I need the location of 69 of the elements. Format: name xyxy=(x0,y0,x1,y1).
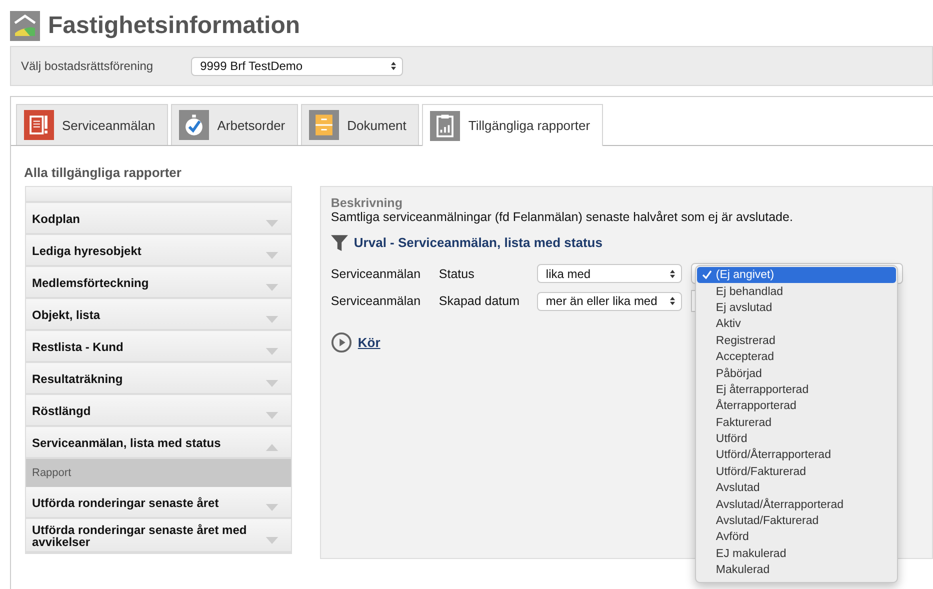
criterion-field: Status xyxy=(438,266,537,280)
criterion-entity: Serviceanmälan xyxy=(330,294,422,308)
house-logo-icon xyxy=(10,11,40,41)
dropdown-option[interactable]: Fakturerad xyxy=(696,414,897,431)
app-title: Fastighetsinformation xyxy=(48,12,300,40)
report-item[interactable]: Lediga hyresobjekt xyxy=(26,235,291,267)
expand-arrow-icon xyxy=(264,316,279,322)
expand-arrow-icon xyxy=(264,504,279,510)
report-item[interactable]: Röstlängd xyxy=(26,395,291,427)
dropdown-option[interactable]: Accepterad xyxy=(696,348,897,366)
dropdown-option[interactable]: EJ makulerad xyxy=(696,546,897,562)
cabinet-icon xyxy=(309,110,340,140)
expand-arrow-icon xyxy=(264,284,279,290)
dropdown-option[interactable]: Registrerad xyxy=(696,332,897,349)
report-item[interactable]: Utförda ronderingar senaste året med avvikelser xyxy=(26,519,291,553)
dropdown-option[interactable]: Ej återrapporterad xyxy=(696,382,897,398)
report-item[interactable]: Objekt, lista xyxy=(26,299,291,331)
report-item[interactable]: Resultaträkning xyxy=(26,363,291,395)
alert-document-icon xyxy=(24,110,54,140)
section-heading: Alla tillgängliga rapporter xyxy=(24,165,182,180)
report-item[interactable]: Medlemsförteckning xyxy=(26,267,291,299)
association-label: Välj bostadsrättsförening xyxy=(21,59,154,73)
checkmark-icon xyxy=(702,270,712,280)
dropdown-option[interactable]: Ej avslutad xyxy=(696,300,897,316)
operator-select[interactable]: mer än eller lika med xyxy=(536,292,682,310)
tab[interactable]: Serviceanmälan xyxy=(16,104,168,145)
dropdown-option[interactable]: Ej behandlad xyxy=(696,283,897,300)
description-text: Samtliga serviceanmälningar (fd Felanmälan) senaste halvåret som ej är avslutade. xyxy=(330,210,794,224)
operator-select[interactable]: lika med xyxy=(536,264,682,283)
stepper-icon xyxy=(668,296,676,306)
report-item[interactable]: Restlista - Kund xyxy=(26,331,291,363)
dropdown-option[interactable]: Makulerad xyxy=(696,562,897,578)
expand-arrow-icon xyxy=(264,536,279,544)
report-item[interactable]: Serviceanmälan, lista med status xyxy=(26,427,291,459)
expand-arrow-icon xyxy=(264,348,279,354)
association-select[interactable]: 9999 Brf TestDemo xyxy=(191,56,404,76)
collapse-arrow-icon xyxy=(264,444,279,450)
dropdown-option[interactable]: Avförd xyxy=(696,529,897,546)
dropdown-option[interactable]: Avslutad/Fakturerad xyxy=(696,512,897,530)
expand-arrow-icon xyxy=(264,380,279,386)
description-label: Beskrivning xyxy=(330,196,404,210)
tab[interactable]: Dokument xyxy=(301,104,420,145)
dropdown-option[interactable]: Utförd/Fakturerad xyxy=(696,464,897,480)
filter-icon xyxy=(330,234,348,251)
dropdown-option[interactable]: Avslutad xyxy=(696,480,897,496)
dropdown-option[interactable]: Avslutad/Återrapporterad xyxy=(696,496,897,513)
run-link[interactable]: Kör xyxy=(358,335,380,350)
dropdown-option[interactable]: Återrapporterad xyxy=(696,398,897,415)
report-item[interactable]: Utförda ronderingar senaste året xyxy=(26,487,291,519)
expand-arrow-icon xyxy=(264,412,279,418)
stepper-icon xyxy=(390,61,398,71)
stopwatch-check-icon xyxy=(179,110,210,140)
report-subitem[interactable]: Rapport xyxy=(26,459,291,487)
report-item[interactable]: Kodplan xyxy=(26,203,291,235)
criterion-field: Skapad datum xyxy=(438,294,537,308)
dropdown-option[interactable]: Utförd xyxy=(696,430,897,448)
expand-arrow-icon xyxy=(264,252,279,258)
play-circle-icon xyxy=(330,332,352,353)
dropdown-option[interactable]: Aktiv xyxy=(696,316,897,333)
clipboard-chart-icon xyxy=(430,110,460,140)
tab[interactable]: Tillgängliga rapporter xyxy=(422,104,604,146)
dropdown-option[interactable]: Utförd/Återrapporterad xyxy=(696,447,897,464)
stepper-icon xyxy=(668,268,676,278)
tab[interactable]: Arbetsorder xyxy=(171,104,298,145)
expand-arrow-icon xyxy=(264,220,279,226)
criterion-entity: Serviceanmälan xyxy=(330,266,422,280)
dropdown-option[interactable]: Påbörjad xyxy=(696,365,897,382)
dropdown-option[interactable]: (Ej angivet) xyxy=(696,267,896,284)
filter-title: Urval - Serviceanmälan, lista med status xyxy=(354,235,602,250)
